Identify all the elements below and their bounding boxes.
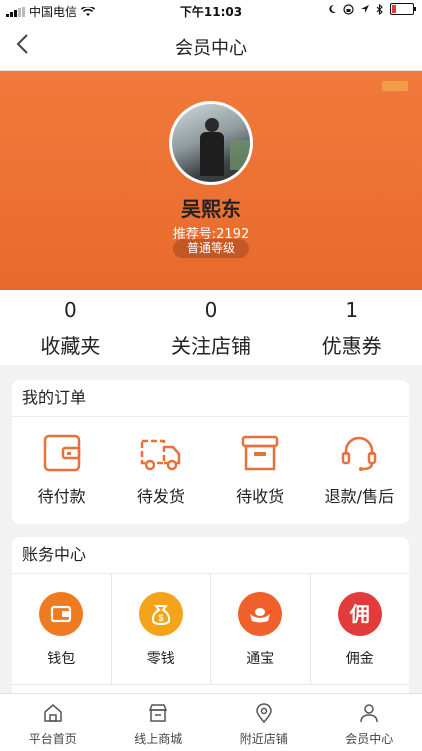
member-level-badge: 普通等级	[173, 239, 249, 258]
battery-icon	[390, 3, 414, 15]
order-label: 待收货	[211, 483, 310, 507]
svg-text:$: $	[158, 613, 163, 623]
status-bar: 中国电信 下午11:03	[0, 0, 422, 20]
tab-online-mall[interactable]: 线上商城	[106, 694, 212, 751]
stat-coupons[interactable]: 1 优惠券	[281, 290, 422, 365]
avatar[interactable]	[169, 101, 253, 185]
account-change[interactable]: $ 零钱	[112, 574, 212, 684]
stat-label: 优惠券	[281, 330, 422, 359]
lock-rotation-icon	[343, 4, 354, 15]
box-icon	[240, 433, 280, 473]
bluetooth-icon	[376, 4, 384, 15]
truck-icon	[139, 433, 183, 473]
avatar-figure	[200, 132, 224, 176]
moon-icon	[327, 4, 337, 14]
account-label: 零钱	[112, 648, 211, 668]
stat-favorites[interactable]: 0 收藏夹	[0, 290, 141, 365]
tab-bar: 平台首页 线上商城 附近店铺 会员中心	[0, 693, 422, 751]
corner-decoration	[382, 81, 408, 91]
stat-value: 1	[281, 298, 422, 322]
account-label: 佣金	[311, 648, 410, 668]
account-label: 通宝	[211, 648, 310, 668]
commission-icon: 佣	[338, 592, 382, 636]
avatar-foliage	[230, 140, 250, 170]
account-wallet[interactable]: 钱包	[12, 574, 112, 684]
order-label: 待发货	[111, 483, 210, 507]
home-icon	[42, 702, 64, 724]
stat-label: 收藏夹	[0, 330, 141, 359]
order-pending-receipt[interactable]: 待收货	[211, 417, 310, 525]
tab-home[interactable]: 平台首页	[0, 694, 106, 751]
tab-nearby-shops[interactable]: 附近店铺	[211, 694, 317, 751]
tab-member-center[interactable]: 会员中心	[317, 694, 422, 751]
order-refund-aftersale[interactable]: 退款/售后	[310, 417, 409, 525]
stat-value: 0	[141, 298, 282, 322]
stat-value: 0	[0, 298, 141, 322]
avatar-head	[205, 118, 219, 132]
account-label: 钱包	[12, 648, 111, 668]
headset-icon	[339, 433, 379, 473]
ingot-icon	[238, 592, 282, 636]
account-commission[interactable]: 佣 佣金	[311, 574, 410, 684]
account-card: 账务中心 钱包 $ 零钱 通宝 佣 佣金	[12, 537, 409, 707]
shop-icon	[147, 702, 169, 724]
stat-label: 关注店铺	[141, 330, 282, 359]
user-name: 吴熙东	[0, 193, 422, 222]
order-pending-shipment[interactable]: 待发货	[111, 417, 210, 525]
wallet-icon	[39, 592, 83, 636]
order-label: 待付款	[12, 483, 111, 507]
wallet-icon	[42, 433, 82, 473]
location-pin-icon	[253, 702, 275, 724]
tab-label: 附近店铺	[211, 730, 317, 747]
page-title: 会员中心	[0, 34, 422, 60]
account-title: 账务中心	[12, 537, 409, 574]
tab-label: 会员中心	[317, 730, 422, 747]
order-pending-payment[interactable]: 待付款	[12, 417, 111, 525]
money-bag-icon: $	[139, 592, 183, 636]
location-arrow-icon	[360, 4, 370, 14]
stats-row: 0 收藏夹 0 关注店铺 1 优惠券	[0, 290, 422, 365]
stat-followed-shops[interactable]: 0 关注店铺	[141, 290, 282, 365]
tab-label: 线上商城	[106, 730, 212, 747]
account-tongbao[interactable]: 通宝	[211, 574, 311, 684]
nav-bar: 会员中心	[0, 20, 422, 71]
profile-header: 吴熙东 推荐号:2192 普通等级	[0, 71, 422, 290]
avatar-photo	[172, 104, 250, 182]
order-label: 退款/售后	[310, 483, 409, 507]
user-icon	[358, 702, 380, 724]
status-right	[327, 3, 414, 15]
tab-label: 平台首页	[0, 730, 106, 747]
orders-title: 我的订单	[12, 380, 409, 417]
orders-card: 我的订单 待付款 待发货 待收货 退款/售后	[12, 380, 409, 524]
